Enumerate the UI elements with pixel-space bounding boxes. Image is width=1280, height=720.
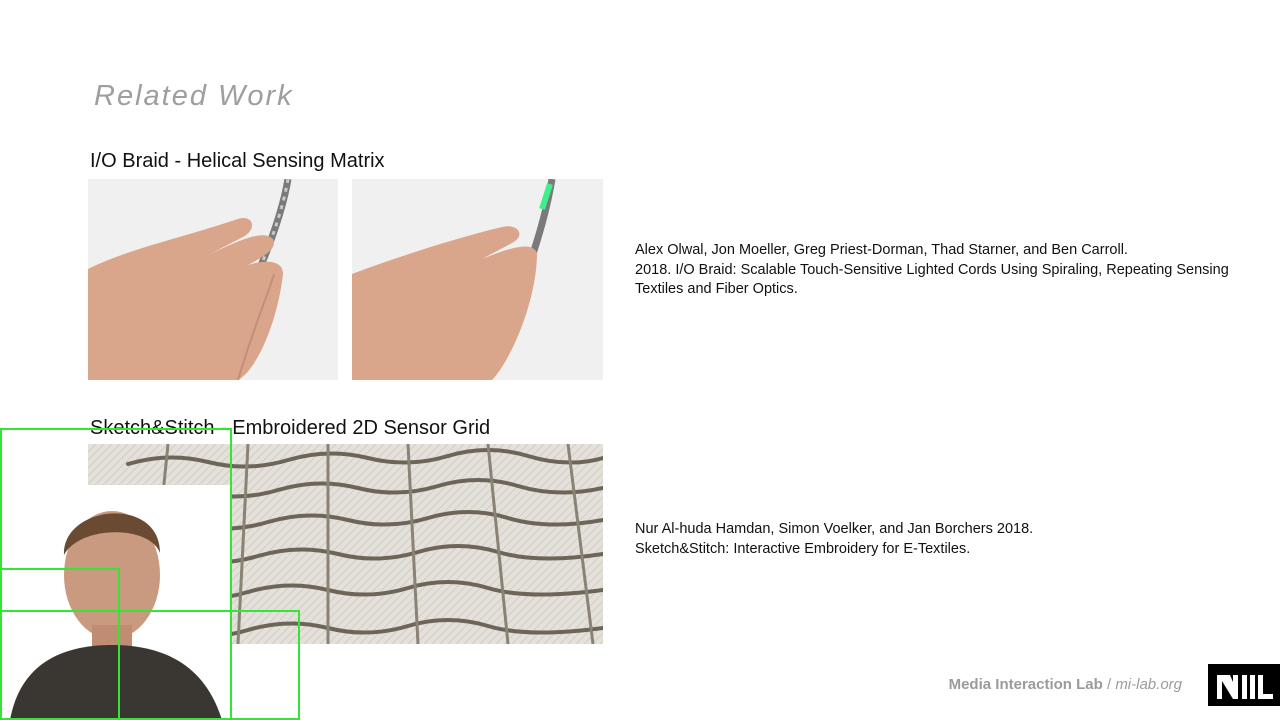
footer: Media Interaction Lab / mi-lab.org (949, 676, 1182, 693)
section-heading-io-braid: I/O Braid - Helical Sensing Matrix (90, 150, 385, 172)
citation-details: Sketch&Stitch: Interactive Embroidery fo… (635, 540, 971, 557)
citation-io-braid: Alex Olwal, Jon Moeller, Greg Priest-Dor… (635, 241, 1235, 300)
face-detection-box (0, 610, 300, 720)
lab-url: mi-lab.org (1115, 676, 1182, 693)
mil-logo-icon (1208, 664, 1280, 706)
footer-separator: / (1106, 676, 1112, 693)
braid-photo-left (88, 179, 338, 380)
citation-authors: Alex Olwal, Jon Moeller, Greg Priest-Dor… (635, 242, 1128, 258)
slide-title: Related Work (94, 80, 294, 112)
braid-photo-right (352, 179, 603, 380)
citation-details: 2018. I/O Braid: Scalable Touch-Sensitiv… (635, 261, 1229, 298)
citation-authors: Nur Al-huda Hamdan, Simon Voelker, and J… (635, 521, 1034, 537)
citation-sketch-stitch: Nur Al-huda Hamdan, Simon Voelker, and J… (635, 520, 1235, 559)
lab-name: Media Interaction Lab (948, 676, 1103, 693)
